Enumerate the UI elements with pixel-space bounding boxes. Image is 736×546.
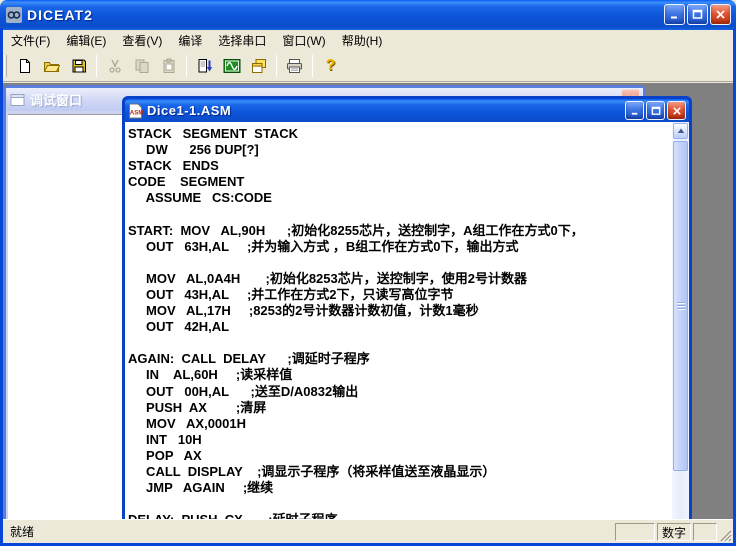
- cut-scissors-icon: [107, 58, 123, 74]
- main-titlebar[interactable]: DICEAT2: [0, 0, 736, 30]
- new-document-icon: [17, 58, 33, 74]
- mdi-client-area: 调试窗口 ASM Dice1-1.ASM STACK SE: [3, 83, 733, 519]
- toolbar: ?: [0, 50, 736, 82]
- open-folder-icon: [43, 58, 60, 74]
- status-panels: 数字: [615, 523, 717, 541]
- up-arrow-icon: [677, 127, 685, 135]
- copy-pages-icon: [134, 58, 150, 74]
- window-border-left: [0, 28, 3, 543]
- print-button[interactable]: [282, 53, 307, 78]
- debug-window-title: 调试窗口: [30, 90, 82, 109]
- close-button[interactable]: [710, 4, 731, 25]
- app-icon: [6, 7, 22, 23]
- oscilloscope-button[interactable]: [219, 53, 244, 78]
- menu-help[interactable]: 帮助(H): [334, 30, 391, 51]
- main-window-controls: [664, 4, 731, 25]
- toolbar-separator: [312, 55, 313, 77]
- num-lock-indicator: 数字: [657, 523, 691, 541]
- editor-window[interactable]: ASM Dice1-1.ASM STACK SEGMENT STACK DW 2…: [122, 96, 692, 519]
- printer-icon: [286, 58, 303, 74]
- minimize-button[interactable]: [664, 4, 685, 25]
- editor-close-button[interactable]: [667, 101, 686, 120]
- menu-edit[interactable]: 编辑(E): [58, 30, 114, 51]
- status-panel-empty: [693, 523, 717, 541]
- menu-view[interactable]: 查看(V): [114, 30, 170, 51]
- open-file-button[interactable]: [39, 53, 64, 78]
- toolbar-grip-handle[interactable]: [4, 55, 7, 77]
- status-message: 就绪: [10, 523, 34, 540]
- asm-file-icon: ASM: [128, 103, 143, 119]
- help-question-icon: ?: [326, 57, 336, 75]
- debug-window-icon: [10, 93, 25, 107]
- menu-window[interactable]: 窗口(W): [274, 30, 333, 51]
- resize-grip[interactable]: [719, 529, 732, 542]
- maximize-button[interactable]: [687, 4, 708, 25]
- new-file-button[interactable]: [12, 53, 37, 78]
- toolbar-separator: [96, 55, 97, 77]
- menu-bar: 文件(F) 编辑(E) 查看(V) 编译 选择串口 窗口(W) 帮助(H): [0, 30, 736, 50]
- save-file-button[interactable]: [66, 53, 91, 78]
- help-button[interactable]: ?: [318, 53, 343, 78]
- cascade-windows-icon: [251, 58, 267, 74]
- scroll-up-button[interactable]: [673, 123, 688, 139]
- svg-text:ASM: ASM: [130, 109, 143, 116]
- editor-maximize-button[interactable]: [646, 101, 665, 120]
- vertical-scrollbar[interactable]: [672, 122, 689, 519]
- code-editor[interactable]: STACK SEGMENT STACK DW 256 DUP[?] STACK …: [125, 122, 689, 519]
- main-window: DICEAT2 文件(F) 编辑(E) 查看(V) 编译 选择串口 窗口(W) …: [0, 0, 736, 546]
- scrollbar-thumb-gripper: [677, 302, 685, 311]
- menu-select-serial-port[interactable]: 选择串口: [210, 30, 274, 51]
- compile-button[interactable]: [192, 53, 217, 78]
- toolbar-separator: [186, 55, 187, 77]
- editor-window-title: Dice1-1.ASM: [147, 103, 231, 118]
- status-bar: 就绪 数字: [3, 519, 733, 543]
- paste-button[interactable]: [156, 53, 181, 78]
- status-panel-empty: [615, 523, 655, 541]
- menu-file[interactable]: 文件(F): [3, 30, 58, 51]
- compile-icon: [197, 58, 213, 74]
- save-floppy-icon: [71, 58, 87, 74]
- cascade-windows-button[interactable]: [246, 53, 271, 78]
- editor-body: STACK SEGMENT STACK DW 256 DUP[?] STACK …: [125, 122, 689, 519]
- cut-button[interactable]: [102, 53, 127, 78]
- scrollbar-thumb[interactable]: [673, 141, 688, 471]
- toolbar-separator: [276, 55, 277, 77]
- main-window-title: DICEAT2: [27, 7, 93, 23]
- editor-minimize-button[interactable]: [625, 101, 644, 120]
- editor-window-controls: [625, 101, 686, 120]
- copy-button[interactable]: [129, 53, 154, 78]
- oscilloscope-waveform-icon: [223, 58, 241, 74]
- editor-titlebar[interactable]: ASM Dice1-1.ASM: [125, 99, 689, 122]
- menu-compile[interactable]: 编译: [170, 30, 210, 51]
- paste-clipboard-icon: [161, 58, 177, 74]
